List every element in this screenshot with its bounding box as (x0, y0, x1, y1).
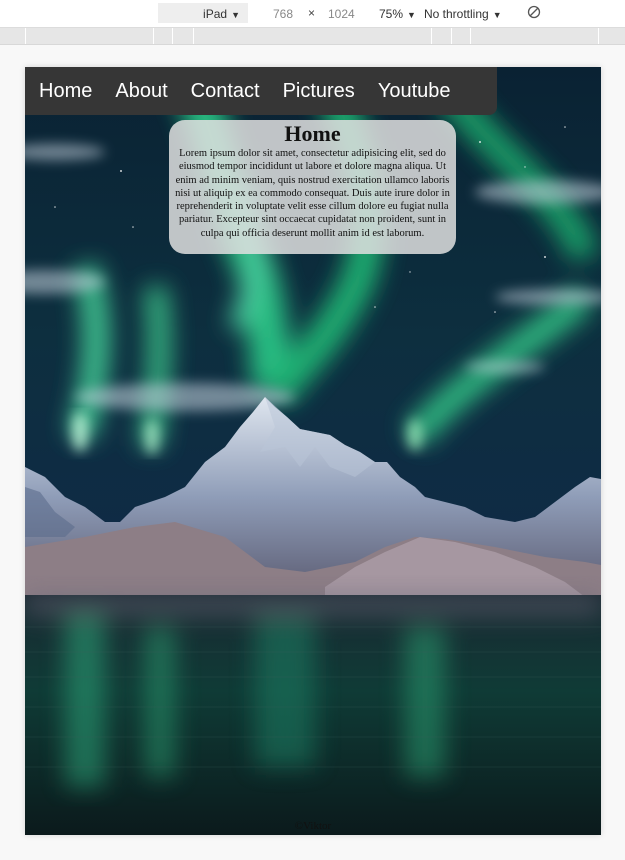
nav-link-contact[interactable]: Contact (191, 80, 260, 103)
dimension-separator: × (308, 6, 316, 20)
device-name: iPad (203, 7, 228, 21)
page-title: Home (284, 121, 341, 146)
device-toolbar: iPad ▼ 768 × 1024 75% ▼ No throttling ▼ (0, 0, 625, 28)
nav-link-youtube[interactable]: Youtube (378, 80, 451, 103)
content-paragraph: Lorem ipsum dolor sit amet, consectetur … (175, 148, 450, 239)
throttling-value: No throttling (424, 7, 489, 21)
page-viewport: Home About Contact Pictures Youtube Home… (25, 67, 601, 835)
chevron-down-icon: ▼ (231, 10, 240, 20)
chevron-down-icon: ▼ (492, 10, 502, 20)
device-select[interactable]: iPad ▼ (158, 3, 248, 23)
throttling-select[interactable]: No throttling ▼ (424, 7, 502, 21)
height-input[interactable]: 1024 (328, 7, 355, 21)
nav-link-pictures[interactable]: Pictures (283, 80, 355, 103)
chevron-down-icon: ▼ (407, 10, 416, 20)
zoom-select[interactable]: 75% ▼ (379, 7, 416, 21)
zoom-value: 75% (379, 7, 404, 21)
width-input[interactable]: 768 (273, 7, 293, 21)
rotate-icon[interactable] (527, 5, 541, 19)
nav-link-about[interactable]: About (115, 80, 167, 103)
nav-link-home[interactable]: Home (39, 80, 92, 103)
media-query-ruler[interactable] (0, 28, 625, 45)
navbar: Home About Contact Pictures Youtube (25, 67, 497, 115)
content-card: Home Lorem ipsum dolor sit amet, consect… (169, 120, 456, 254)
footer-copyright: ©Viktor (294, 820, 332, 832)
